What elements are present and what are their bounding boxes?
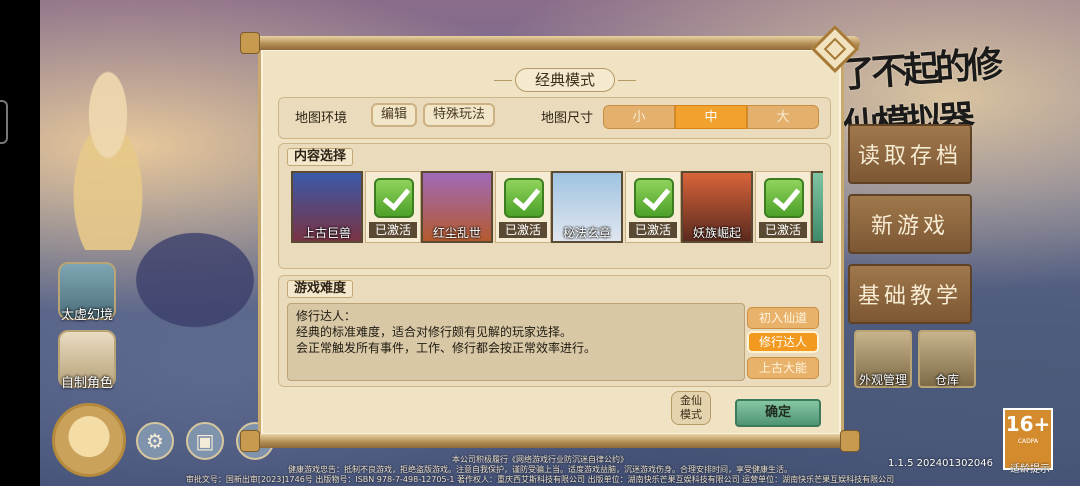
map-size-small[interactable]: 小 [603, 105, 675, 129]
scroll-rod-top [240, 32, 860, 54]
appearance-label[interactable]: 外观管理 [848, 371, 918, 388]
content-demon-rise-toggle[interactable]: 已激活 [755, 171, 811, 243]
classic-mode-dialog: 经典模式 地图环境 编辑 特殊玩法 地图尺寸 小 中 大 内容选择 上古巨兽 已… [258, 46, 844, 438]
difficulty-section-title: 游戏难度 [287, 280, 354, 298]
special-play-button[interactable]: 特殊玩法 [423, 103, 495, 127]
dialog-title: 经典模式 [494, 68, 636, 92]
content-state: 已激活 [499, 222, 547, 238]
map-size-large[interactable]: 大 [747, 105, 819, 129]
taixu-illusion-label[interactable]: 太虚幻境 [50, 304, 124, 323]
custom-character-label[interactable]: 自制角色 [50, 372, 124, 391]
age-rating-value: 16+ [1005, 412, 1051, 436]
monster-claw-illustration [120, 220, 270, 340]
difficulty-desc-line-1: 修行达人： [296, 309, 357, 323]
age-rating-badge[interactable]: 16+ CADPA 适龄提示 [1003, 408, 1053, 475]
check-icon [634, 178, 674, 218]
player-avatar[interactable] [52, 403, 126, 477]
content-red-dust-toggle[interactable]: 已激活 [495, 171, 551, 243]
footer-line-3: 审批文号：国新出审[2023]1746号 出版物号：ISBN 978-7-498… [185, 475, 895, 484]
confirm-button[interactable]: 确定 [735, 399, 821, 427]
content-state: 已激活 [369, 222, 417, 238]
edit-button[interactable]: 编辑 [371, 103, 417, 127]
check-icon [374, 178, 414, 218]
age-rating-tip: 适龄提示 [1010, 464, 1050, 475]
content-demon-rise[interactable]: 妖族崛起 [681, 171, 753, 243]
content-ancient-beast[interactable]: 上古巨兽 [291, 171, 363, 243]
content-red-dust[interactable]: 红尘乱世 [421, 171, 493, 243]
content-state: 已激活 [629, 222, 677, 238]
map-size-label: 地图尺寸 [541, 111, 594, 126]
age-rating-org: CADPA [1017, 438, 1039, 445]
new-game-button[interactable]: 新游戏 [848, 194, 972, 254]
difficulty-expert[interactable]: 修行达人 [747, 331, 819, 353]
map-env-label: 地图环境 [295, 111, 348, 126]
basic-tutorial-button[interactable]: 基础教学 [848, 264, 972, 324]
content-state: 已激活 [759, 222, 807, 238]
content-name: 上古巨兽 [302, 226, 351, 240]
content-name: 秘法玄章 [562, 226, 611, 240]
difficulty-ancient[interactable]: 上古大能 [747, 357, 819, 379]
device-left-bezel [0, 0, 40, 486]
difficulty-beginner[interactable]: 初入仙道 [747, 307, 819, 329]
content-next-partial[interactable] [811, 171, 823, 243]
scroll-rod-bottom [240, 430, 860, 452]
difficulty-description: 修行达人： 经典的标准难度，适合对修行颇有见解的玩家选择。 会正常触发所有事件，… [287, 303, 745, 381]
notch [0, 100, 8, 144]
map-size-medium[interactable]: 中 [675, 105, 747, 129]
difficulty-desc-line-3: 会正常触发所有事件，工作、修行都会按正常效率进行。 [296, 341, 597, 355]
content-secret-art[interactable]: 秘法玄章 [551, 171, 623, 243]
difficulty-desc-line-2: 经典的标准难度，适合对修行颇有见解的玩家选择。 [296, 325, 573, 339]
warehouse-label[interactable]: 仓库 [912, 371, 982, 388]
content-section-title: 内容选择 [287, 148, 354, 166]
rod-knob [240, 32, 260, 54]
content-name: 妖族崛起 [692, 226, 741, 240]
rod-knob [240, 430, 260, 452]
golden-immortal-mode-badge[interactable]: 金仙 模式 [671, 391, 711, 425]
check-icon [764, 178, 804, 218]
rod-knob [840, 430, 860, 452]
game-logo: 了不起的修仙模拟器 [837, 43, 1001, 149]
check-icon [504, 178, 544, 218]
content-name: 红尘乱世 [432, 226, 481, 240]
content-secret-art-toggle[interactable]: 已激活 [625, 171, 681, 243]
content-ancient-beast-toggle[interactable]: 已激活 [365, 171, 421, 243]
load-save-button[interactable]: 读取存档 [848, 124, 972, 184]
